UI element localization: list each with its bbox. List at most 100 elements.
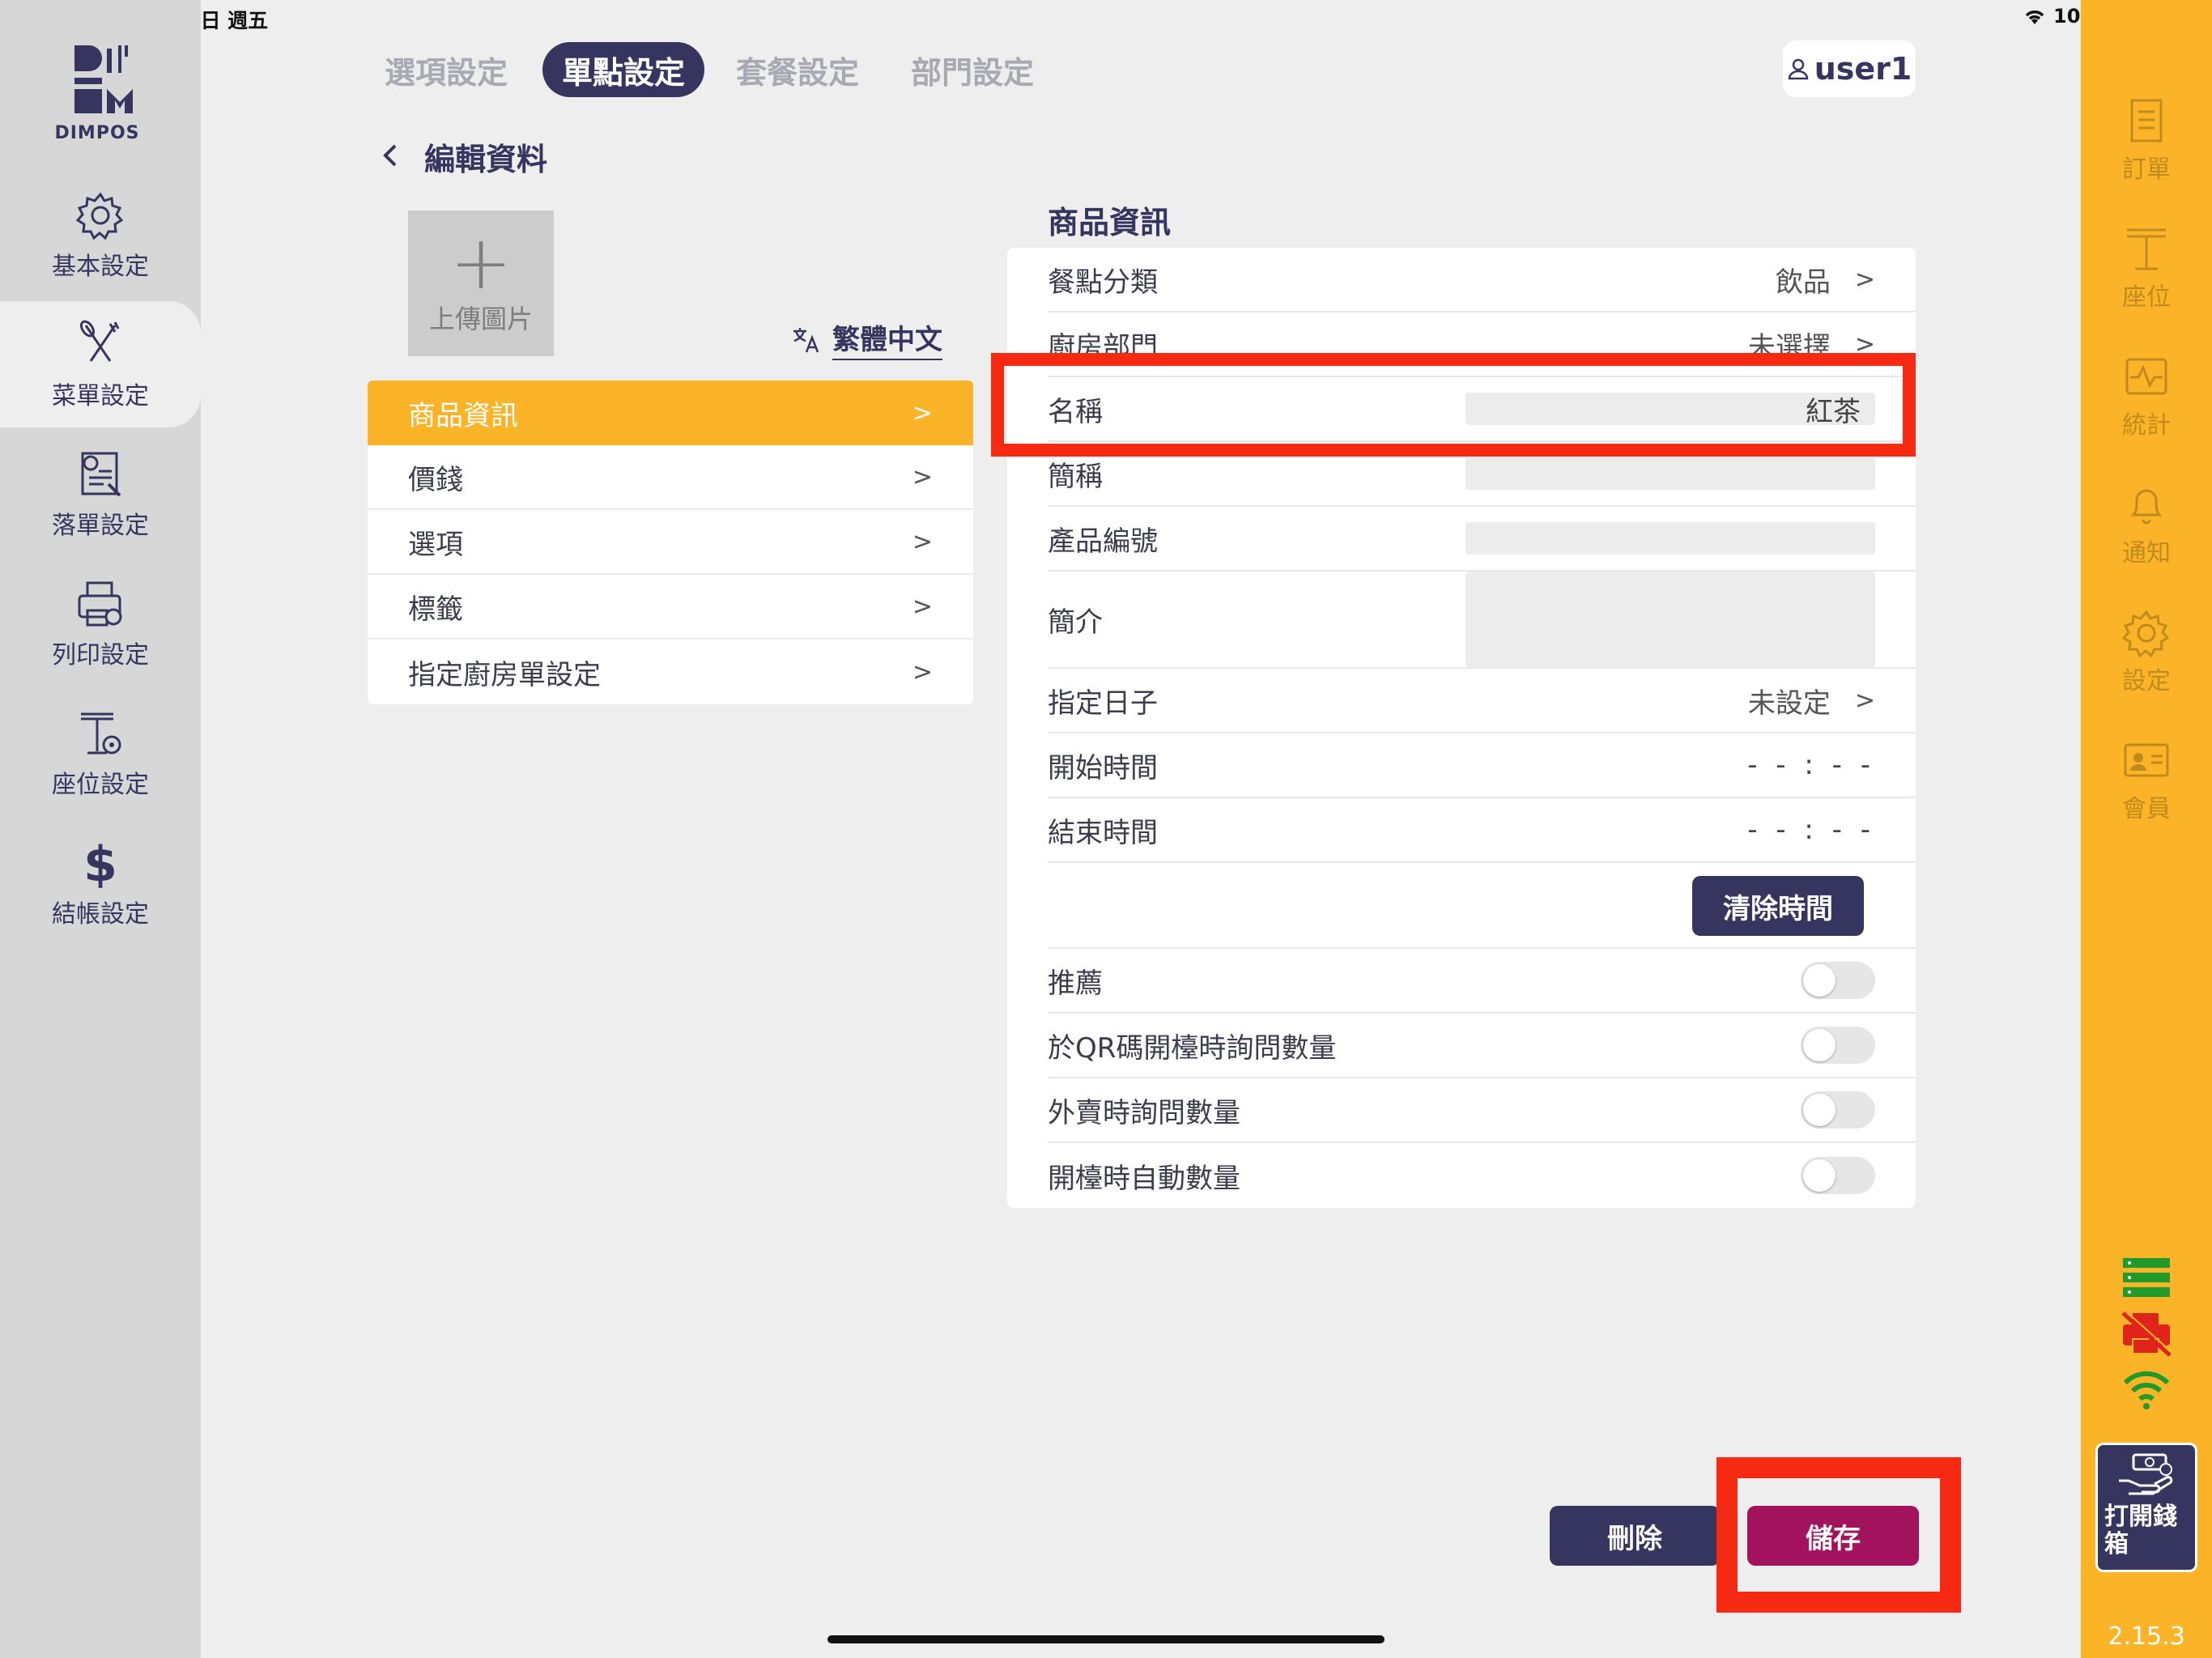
chevron-right-icon: >: [1854, 265, 1875, 294]
section-title: 商品資訊: [1048, 205, 1172, 240]
menu-item-label: 價錢: [408, 463, 463, 496]
menu-item-label: 標籤: [408, 593, 463, 626]
right-nav-notifications[interactable]: 通知: [2081, 479, 2212, 568]
product-code-input[interactable]: [1465, 522, 1875, 555]
start-time-label: 開始時間: [1048, 751, 1158, 784]
table-icon: [2127, 228, 2166, 270]
recommend-toggle[interactable]: [1801, 962, 1875, 999]
left-nav-menu-settings[interactable]: 菜單設定: [0, 301, 201, 429]
toggle-label: 外賣時詢問數量: [1048, 1096, 1240, 1129]
delete-button[interactable]: 刪除: [1550, 1506, 1720, 1566]
tab-set-meal-settings[interactable]: 套餐設定: [729, 42, 866, 97]
left-nav-label: 落單設定: [52, 512, 149, 540]
description-input[interactable]: [1465, 572, 1875, 667]
printer-settings-icon: [78, 581, 122, 627]
left-nav-label: 列印設定: [52, 641, 149, 670]
short-name-input[interactable]: [1465, 457, 1875, 490]
highlight-name-field: [991, 353, 1916, 457]
table-settings-icon: [81, 712, 121, 755]
start-time-row[interactable]: 開始時間 - - : - -: [1048, 733, 1916, 798]
user-button[interactable]: user1: [1783, 40, 1916, 97]
toggle-label: 於QR碼開檯時詢問數量: [1048, 1031, 1337, 1065]
right-nav-label: 會員: [2122, 795, 2171, 823]
language-label: 繁體中文: [832, 317, 942, 360]
brand-logo: DIMPOS: [49, 42, 146, 143]
chevron-right-icon: >: [912, 398, 933, 427]
right-nav-label: 座位: [2122, 283, 2171, 312]
svg-text:$: $: [83, 837, 117, 889]
stats-icon: [2125, 358, 2167, 395]
order-settings-icon: [81, 452, 121, 497]
toggle-row-qr-ask-qty: 於QR碼開檯時詢問數量: [1048, 1014, 1916, 1078]
wifi-status-icon: [2025, 11, 2044, 24]
gear-icon: [2121, 610, 2170, 658]
upload-image-button[interactable]: + 上傳圖片: [408, 210, 554, 356]
menu-item-product-info[interactable]: 商品資訊 >: [368, 380, 973, 445]
member-card-icon: [2124, 743, 2169, 777]
clear-time-button[interactable]: 清除時間: [1692, 876, 1864, 936]
menu-item-price[interactable]: 價錢 >: [368, 445, 973, 510]
tab-department-settings[interactable]: 部門設定: [904, 42, 1041, 97]
right-nav-label: 設定: [2122, 667, 2171, 695]
qr-ask-quantity-toggle[interactable]: [1801, 1027, 1875, 1064]
menu-item-options[interactable]: 選項 >: [368, 510, 973, 575]
app-version: 2.15.3: [2108, 1622, 2185, 1651]
home-indicator: [827, 1635, 1385, 1643]
server-status-icon: [2123, 1258, 2170, 1297]
category-row[interactable]: 餐點分類 飲品 >: [1048, 248, 1916, 312]
back-chevron-icon[interactable]: [379, 139, 402, 172]
chevron-right-icon: >: [912, 462, 933, 491]
toggle-label: 開檯時自動數量: [1048, 1162, 1240, 1195]
dimpos-logo-icon: [74, 45, 133, 113]
end-time-row[interactable]: 結束時間 - - : - -: [1048, 798, 1916, 863]
menu-item-label: 選項: [408, 528, 463, 561]
cash-drawer-icon: [2119, 1453, 2173, 1495]
left-nav-label: 菜單設定: [52, 382, 149, 410]
translate-icon: [793, 327, 819, 352]
dollar-icon: $: [83, 837, 117, 889]
right-nav-label: 通知: [2122, 539, 2171, 568]
user-icon: [1788, 58, 1808, 80]
toggle-label: 推薦: [1048, 967, 1103, 1000]
left-nav-basic-settings[interactable]: 基本設定: [0, 172, 201, 300]
menu-item-label: 商品資訊: [408, 399, 518, 432]
chevron-right-icon: >: [912, 657, 933, 687]
left-nav-checkout-settings[interactable]: $ 結帳設定: [0, 819, 201, 947]
page-title: 編輯資料: [424, 142, 548, 177]
toggle-row-auto-qty: 開檯時自動數量: [1048, 1143, 1916, 1208]
toggle-row-recommend: 推薦: [1048, 949, 1916, 1014]
edit-menu-list: 商品資訊 > 價錢 > 選項 > 標籤 > 指定廚房單設定 >: [368, 380, 973, 704]
start-time-value: - - : - -: [1747, 749, 1875, 781]
description-label: 簡介: [1048, 606, 1103, 639]
right-nav-members[interactable]: 會員: [2081, 735, 2212, 824]
right-nav-settings[interactable]: 設定: [2081, 607, 2212, 696]
takeaway-ask-quantity-toggle[interactable]: [1801, 1091, 1875, 1129]
left-nav-order-settings[interactable]: 落單設定: [0, 431, 201, 559]
open-cash-drawer-label: 打開錢箱: [2104, 1503, 2177, 1558]
brand-name: DIMPOS: [54, 123, 140, 143]
chevron-right-icon: >: [912, 592, 933, 621]
right-nav-tables[interactable]: 座位: [2081, 223, 2212, 312]
category-label: 餐點分類: [1048, 266, 1158, 299]
tab-option-settings[interactable]: 選項設定: [377, 42, 515, 97]
wifi-icon: [2123, 1371, 2170, 1409]
left-nav-table-settings[interactable]: 座位設定: [0, 690, 201, 818]
printer-error-icon: [2121, 1311, 2172, 1357]
specified-day-label: 指定日子: [1048, 687, 1158, 720]
open-cash-drawer-button[interactable]: 打開錢箱: [2095, 1443, 2197, 1572]
specified-day-row[interactable]: 指定日子 未設定 >: [1048, 669, 1916, 733]
right-nav-orders[interactable]: 訂單: [2081, 96, 2212, 185]
user-name: user1: [1814, 51, 1912, 87]
left-nav-print-settings[interactable]: 列印設定: [0, 560, 201, 688]
menu-item-tags[interactable]: 標籤 >: [368, 575, 973, 640]
tab-single-item-settings[interactable]: 單點設定: [542, 42, 704, 97]
language-selector[interactable]: 繁體中文: [792, 317, 942, 360]
auto-quantity-toggle[interactable]: [1801, 1157, 1875, 1194]
plus-icon: +: [449, 219, 513, 306]
product-code-row: 產品編號: [1048, 507, 1916, 572]
menu-item-label: 指定廚房單設定: [408, 658, 601, 691]
right-nav-stats[interactable]: 統計: [2081, 351, 2212, 440]
bell-icon: [2130, 489, 2163, 525]
left-nav-label: 結帳設定: [52, 900, 149, 929]
menu-item-kitchen-ticket[interactable]: 指定廚房單設定 >: [368, 640, 973, 704]
